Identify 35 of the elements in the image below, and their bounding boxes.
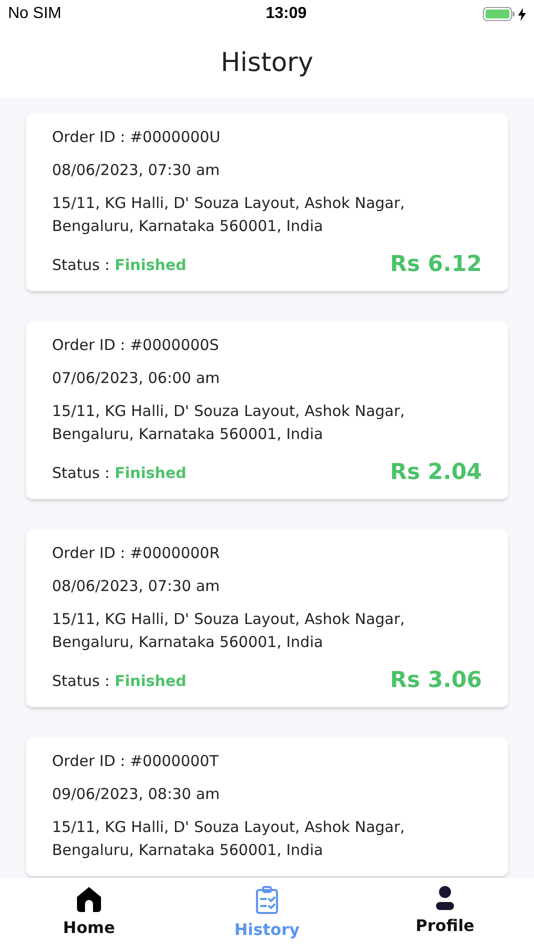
order-card[interactable]: Order ID : #0000000S 07/06/2023, 06:00 am 15/11, KG Halli, D' Souza Layout, Ashok Nagar, Bengaluru, Karnataka 560001, India Status : Finished Rs 2.04 xyxy=(26,322,508,499)
page-title: History xyxy=(220,48,314,78)
order-datetime: 08/06/2023, 07:30 am xyxy=(52,576,221,597)
order-amount: Rs 6.12 xyxy=(390,252,482,277)
charging-bolt-icon xyxy=(518,8,526,20)
order-amount: Rs 2.04 xyxy=(390,460,482,485)
status-value: Finished xyxy=(114,256,186,274)
battery-icon xyxy=(482,7,515,21)
status-label: Status : xyxy=(52,672,110,690)
nav-tab[interactable]: Profile xyxy=(356,878,534,950)
order-amount: Rs 3.06 xyxy=(390,668,482,693)
nav-tab[interactable]: Home xyxy=(0,878,178,950)
clipboard-icon xyxy=(255,886,279,914)
person-icon xyxy=(435,886,455,910)
order-address: 15/11, KG Halli, D' Souza Layout, Ashok Nagar, Bengaluru, Karnataka 560001, India xyxy=(52,401,406,445)
order-id: Order ID : #0000000R xyxy=(52,543,221,564)
order-id: Order ID : #0000000S xyxy=(52,335,220,356)
order-address: 15/11, KG Halli, D' Souza Layout, Ashok Nagar, Bengaluru, Karnataka 560001, India xyxy=(52,817,406,861)
order-card[interactable]: Order ID : #0000000R 08/06/2023, 07:30 am 15/11, KG Halli, D' Souza Layout, Ashok Nagar, Bengaluru, Karnataka 560001, India Status : Finished Rs 3.06 xyxy=(26,530,508,707)
order-card[interactable]: Order ID : #0000000T 09/06/2023, 08:30 am 15/11, KG Halli, D' Souza Layout, Ashok Nagar, Bengaluru, Karnataka 560001, India xyxy=(26,738,508,876)
clock-time: 13:09 xyxy=(266,5,307,23)
order-datetime: 08/06/2023, 07:30 am xyxy=(52,160,221,181)
carrier-label: No SIM xyxy=(8,5,62,23)
order-datetime: 07/06/2023, 06:00 am xyxy=(52,368,221,389)
order-datetime: 09/06/2023, 08:30 am xyxy=(52,784,221,805)
status-label: Status : xyxy=(52,256,110,274)
order-address: 15/11, KG Halli, D' Souza Layout, Ashok Nagar, Bengaluru, Karnataka 560001, India xyxy=(52,609,406,653)
home-icon xyxy=(76,886,102,912)
order-id: Order ID : #0000000T xyxy=(52,751,220,772)
status-label: Status : xyxy=(52,464,110,482)
order-address: 15/11, KG Halli, D' Souza Layout, Ashok Nagar, Bengaluru, Karnataka 560001, India xyxy=(52,193,406,237)
status-value: Finished xyxy=(114,672,186,690)
order-card[interactable]: Order ID : #0000000U 08/06/2023, 07:30 am 15/11, KG Halli, D' Souza Layout, Ashok Nagar, Bengaluru, Karnataka 560001, India Status : Finished Rs 6.12 xyxy=(26,114,508,291)
order-id: Order ID : #0000000U xyxy=(52,127,222,148)
status-value: Finished xyxy=(114,464,186,482)
